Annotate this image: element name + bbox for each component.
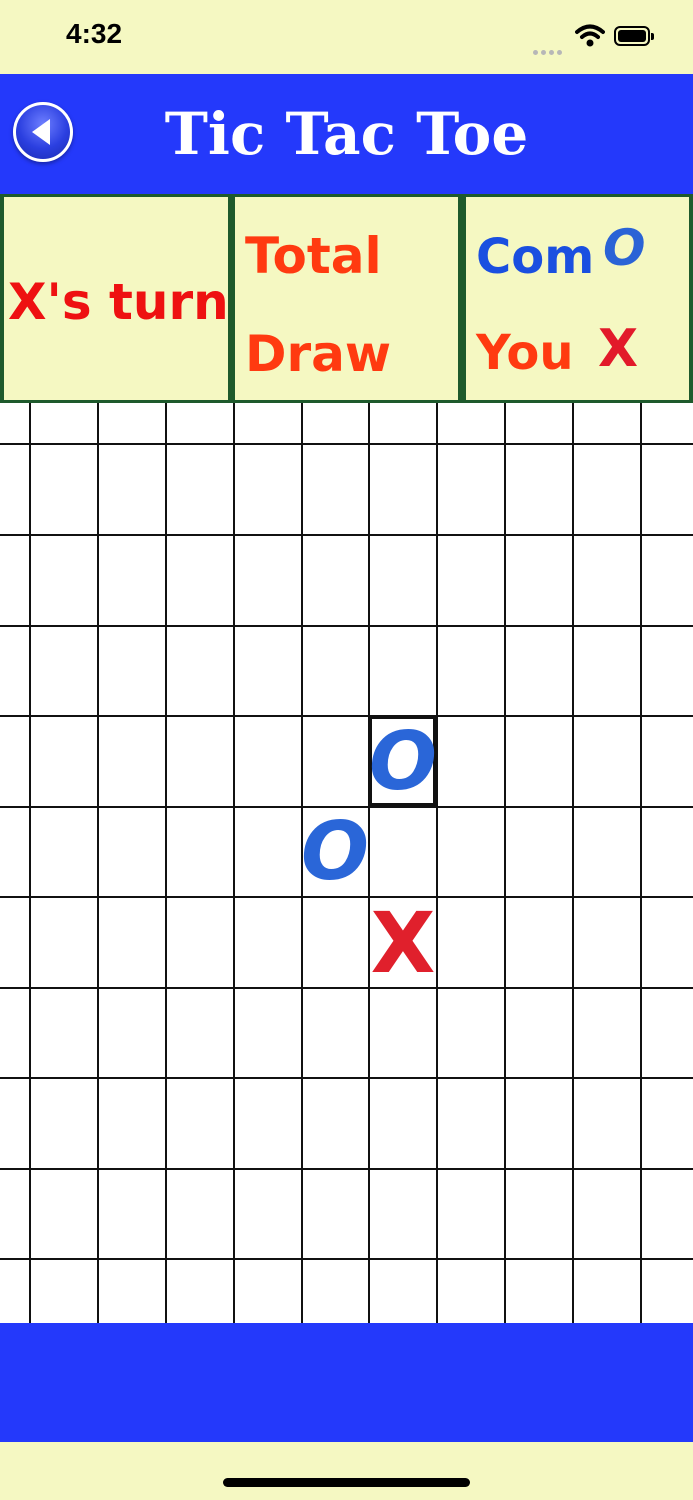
turn-cell: X's turn	[4, 197, 229, 400]
grid-line	[97, 403, 99, 1323]
grid-line	[0, 443, 693, 445]
com-label: Com	[476, 229, 595, 285]
grid-line	[0, 715, 693, 717]
totals-cell: Total Draw	[235, 197, 458, 400]
draw-label: Draw	[245, 325, 392, 383]
bottom-bar	[0, 1323, 693, 1442]
grid-line	[29, 403, 31, 1323]
game-board[interactable]: O O X	[0, 403, 693, 1323]
you-mark: X	[598, 319, 639, 379]
grid-line	[0, 987, 693, 989]
grid-line	[0, 1168, 693, 1170]
turn-indicator: X's turn	[8, 273, 229, 331]
grid-line	[0, 625, 693, 627]
board-piece-o: O	[301, 805, 370, 898]
score-panel: X's turn Total Draw Com O You X	[0, 194, 693, 403]
grid-line	[640, 403, 642, 1323]
players-cell: Com O You X	[466, 197, 689, 400]
grid-line	[0, 1258, 693, 1260]
com-mark: O	[603, 219, 646, 277]
battery-icon	[614, 26, 654, 46]
grid-line	[233, 403, 235, 1323]
grid-line	[572, 403, 574, 1323]
status-time: 4:32	[66, 18, 123, 49]
wifi-icon	[575, 24, 605, 52]
board-piece-o: O	[369, 715, 438, 808]
header-bar: Tic Tac Toe	[0, 74, 693, 194]
grid-line	[436, 403, 438, 1323]
cellular-signal-icon	[533, 40, 565, 59]
you-label: You	[476, 325, 574, 381]
grid-line	[0, 534, 693, 536]
board-piece-x: X	[370, 894, 436, 992]
grid-line	[504, 403, 506, 1323]
grid-line	[0, 1077, 693, 1079]
page-title: Tic Tac Toe	[164, 100, 529, 168]
home-indicator[interactable]	[223, 1478, 470, 1487]
status-bar: 4:32	[0, 0, 693, 74]
total-label: Total	[245, 227, 382, 285]
grid-line	[165, 403, 167, 1323]
